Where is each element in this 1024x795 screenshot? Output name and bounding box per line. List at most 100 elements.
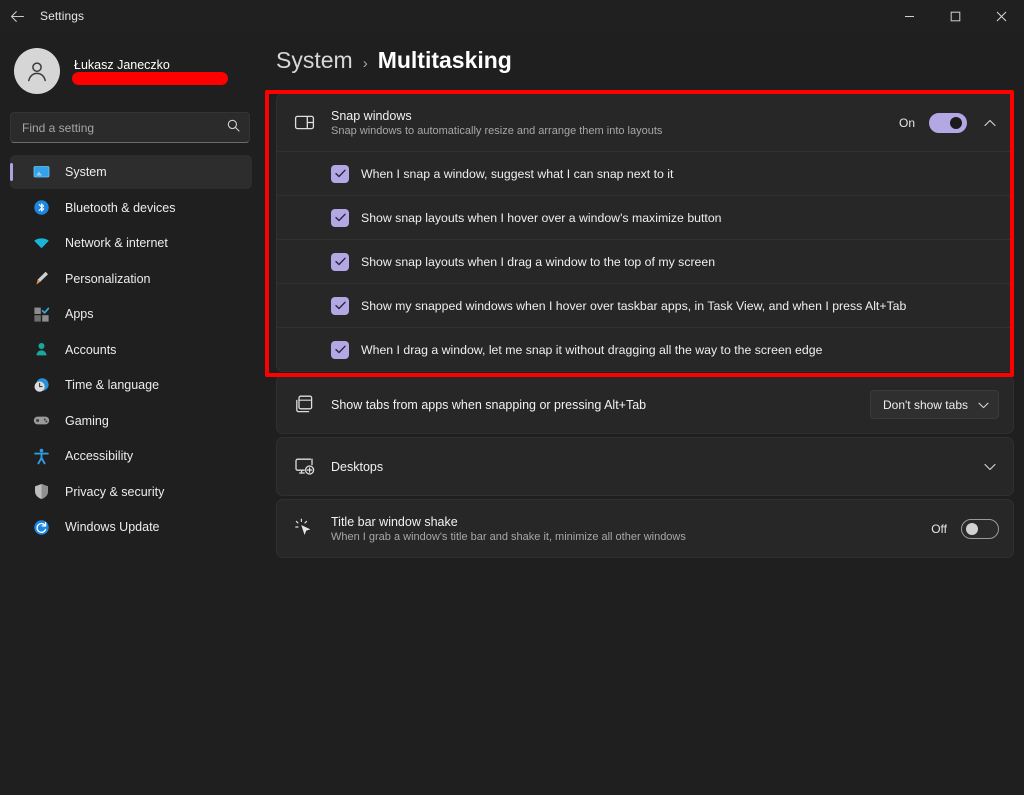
snap-option-label: When I drag a window, let me snap it wit… (361, 342, 823, 357)
checkbox-suggest-snap-next[interactable] (331, 164, 349, 183)
sidebar-item-privacy-security[interactable]: Privacy & security (10, 475, 252, 509)
snap-option-label: When I snap a window, suggest what I can… (361, 166, 674, 181)
search-input[interactable] (11, 120, 249, 135)
sidebar-item-label: Apps (65, 307, 94, 321)
show-tabs-controls: Don't show tabs (869, 390, 999, 419)
breadcrumb-parent[interactable]: System (276, 47, 353, 74)
check-icon (334, 169, 346, 178)
back-button[interactable] (0, 0, 34, 32)
sidebar-item-bluetooth-devices[interactable]: Bluetooth & devices (10, 191, 252, 225)
title-bar: Settings (0, 0, 1024, 32)
show-tabs-texts: Show tabs from apps when snapping or pre… (331, 398, 854, 412)
sidebar-item-apps[interactable]: Apps (10, 297, 252, 331)
minimize-icon (904, 15, 914, 17)
sidebar-item-time-language[interactable]: Time & language (10, 368, 252, 402)
snap-option-label: Show snap layouts when I drag a window t… (361, 254, 716, 269)
sidebar-item-windows-update[interactable]: Windows Update (10, 510, 252, 544)
sidebar-item-gaming[interactable]: Gaming (10, 404, 252, 438)
desktops-texts: Desktops (331, 460, 965, 474)
sidebar-item-personalization[interactable]: Personalization (10, 262, 252, 296)
checkbox-show-snapped-in-taskbar[interactable] (331, 296, 349, 315)
minimize-button[interactable] (886, 0, 932, 32)
sidebar-item-label: Bluetooth & devices (65, 200, 176, 215)
snap-windows-toggle[interactable] (929, 112, 967, 133)
desktops-controls (981, 463, 999, 471)
sidebar-item-accessibility[interactable]: Accessibility (10, 439, 252, 473)
show-tabs-dropdown-value: Don't show tabs (882, 397, 968, 412)
close-icon (996, 11, 1006, 21)
tabs-stack-icon (293, 394, 315, 416)
snap-windows-card: Snap windows Snap windows to automatical… (276, 93, 1014, 372)
arrow-left-icon (10, 10, 24, 22)
check-icon (334, 345, 346, 354)
settings-window: Settings Łukasz Janeczko Find a setting … (0, 0, 1024, 795)
page-title: Multitasking (377, 47, 512, 73)
title-bar-shake-subtitle: When I grab a window's title bar and sha… (331, 530, 686, 543)
title-bar-shake-title: Title bar window shake (331, 514, 458, 529)
breadcrumb-separator: › (362, 55, 368, 72)
sidebar-item-label: Privacy & security (65, 484, 165, 499)
chevron-down-icon[interactable] (981, 463, 999, 471)
snap-option-row[interactable]: Show snap layouts when I hover over a wi… (277, 195, 1013, 239)
checkbox-snap-without-full-drag[interactable] (331, 340, 349, 359)
system-icon (32, 163, 51, 182)
check-icon (334, 257, 346, 266)
sidebar-item-network-internet[interactable]: Network & internet (10, 226, 252, 260)
sidebar-item-accounts[interactable]: Accounts (10, 333, 252, 367)
paintbrush-icon (32, 269, 51, 288)
close-button[interactable] (978, 0, 1024, 32)
show-tabs-dropdown[interactable]: Don't show tabs (869, 390, 999, 419)
breadcrumb: System › Multitasking (262, 32, 1024, 74)
title-bar-shake-row: Title bar window shake When I grab a win… (277, 500, 1013, 557)
title-bar-shake-toggle-label: Off (931, 521, 947, 536)
chevron-up-icon[interactable] (981, 119, 999, 127)
redaction-bar (72, 71, 228, 85)
snap-windows-title: Snap windows (331, 108, 412, 123)
snap-option-row[interactable]: Show my snapped windows when I hover ove… (277, 283, 1013, 327)
check-icon (334, 301, 346, 310)
snap-windows-texts: Snap windows Snap windows to automatical… (331, 109, 883, 137)
sidebar-item-label: Personalization (65, 271, 151, 286)
person-icon (28, 62, 46, 82)
sidebar-item-label: Gaming (65, 413, 109, 428)
desktops-card[interactable]: Desktops (276, 437, 1014, 496)
snap-windows-header[interactable]: Snap windows Snap windows to automatical… (277, 94, 1013, 151)
cursor-shake-icon (293, 518, 315, 540)
account-card[interactable]: Łukasz Janeczko (0, 32, 262, 98)
desktops-row[interactable]: Desktops (277, 438, 1013, 495)
maximize-button[interactable] (932, 0, 978, 32)
snap-layout-icon (293, 112, 315, 134)
bluetooth-icon (32, 198, 51, 217)
gamepad-icon (32, 411, 51, 430)
show-tabs-row: Show tabs from apps when snapping or pre… (277, 376, 1013, 433)
title-bar-shake-toggle[interactable] (961, 518, 999, 539)
desktop-add-icon (293, 456, 315, 478)
snap-windows-subtitle: Snap windows to automatically resize and… (331, 124, 663, 137)
update-icon (32, 518, 51, 537)
settings-cards: Snap windows Snap windows to automatical… (262, 74, 1024, 558)
snap-option-row[interactable]: When I drag a window, let me snap it wit… (277, 327, 1013, 371)
snap-option-row[interactable]: When I snap a window, suggest what I can… (277, 151, 1013, 195)
title-bar-shake-card: Title bar window shake When I grab a win… (276, 499, 1014, 558)
search-icon (227, 119, 240, 137)
show-tabs-card: Show tabs from apps when snapping or pre… (276, 375, 1014, 434)
wifi-icon (32, 234, 51, 253)
snap-option-row[interactable]: Show snap layouts when I drag a window t… (277, 239, 1013, 283)
desktops-title: Desktops (331, 459, 384, 474)
shield-icon (32, 482, 51, 501)
person-icon (32, 340, 51, 359)
sidebar-item-label: Time & language (65, 378, 160, 392)
snap-windows-toggle-label: On (898, 115, 915, 130)
accessibility-icon (32, 447, 51, 466)
checkbox-layouts-on-maximize-hover[interactable] (331, 208, 349, 227)
snap-option-label: Show snap layouts when I hover over a wi… (361, 210, 722, 225)
checkbox-layouts-on-drag-top[interactable] (331, 252, 349, 271)
sidebar-item-label: Windows Update (65, 520, 160, 534)
apps-icon (32, 305, 51, 324)
snap-windows-controls: On (898, 112, 999, 133)
sidebar-item-system[interactable]: System (10, 155, 252, 189)
title-bar-shake-texts: Title bar window shake When I grab a win… (331, 515, 915, 543)
check-icon (334, 213, 346, 222)
sidebar-item-label: Accessibility (65, 449, 134, 463)
search-box[interactable] (10, 112, 250, 143)
